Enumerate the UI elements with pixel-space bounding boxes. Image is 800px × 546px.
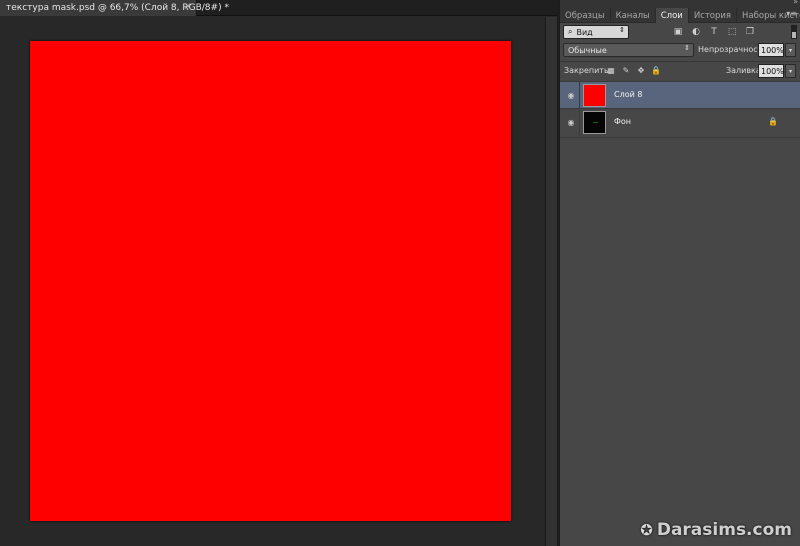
layer-name[interactable]: Фон <box>614 117 631 126</box>
lock-transparent-icon[interactable]: ▦ <box>606 65 616 76</box>
pixel-filter-icon[interactable]: ▣ <box>672 26 684 38</box>
tab-swatches[interactable]: Образцы <box>560 8 611 23</box>
watermark: ✪ Darasims.com <box>640 520 792 540</box>
lock-all-icon[interactable]: 🔒 <box>651 65 661 76</box>
type-filter-icon[interactable]: T <box>708 26 720 38</box>
eye-icon[interactable]: ◉ <box>566 117 576 127</box>
lock-icon: 🔒 <box>768 117 778 126</box>
filter-toggle-switch[interactable] <box>791 25 797 39</box>
filter-kind-select[interactable]: ⌕ Вид ⇕ <box>563 25 629 39</box>
canvas-area[interactable] <box>0 17 545 546</box>
smart-object-filter-icon[interactable]: ❐ <box>744 26 756 38</box>
layer-row[interactable]: ◉ Слой 8 <box>560 81 800 109</box>
layer-name[interactable]: Слой 8 <box>614 90 642 99</box>
divider <box>560 137 800 138</box>
canvas-scrollbar[interactable] <box>545 17 557 546</box>
chevron-updown-icon: ⇕ <box>684 44 690 52</box>
layers-list: ◉ Слой 8 ◉ Фон 🔒 <box>560 81 800 136</box>
search-icon: ⌕ <box>568 27 573 36</box>
divider <box>579 109 580 136</box>
tab-channels[interactable]: Каналы <box>611 8 656 23</box>
eye-icon[interactable]: ◉ <box>566 90 576 100</box>
tab-layers[interactable]: Слои <box>655 8 689 23</box>
layers-panel: » Образцы Каналы Слои История Наборы кис… <box>560 0 800 546</box>
blend-mode-select[interactable]: Обычные ⇕ <box>563 43 694 57</box>
lock-row: Закрепить: ▦ ✎ ✥ 🔒 Заливка: 100% ▾ <box>560 62 800 80</box>
filter-icons: ▣ ◐ T ⬚ ❐ <box>672 26 756 38</box>
layer-thumbnail <box>583 111 606 134</box>
panel-header-strip: » <box>560 0 800 8</box>
opacity-dropdown-button[interactable]: ▾ <box>785 43 796 57</box>
document-tab-title: текстура mask.psd @ 66,7% (Слой 8, RGB/8… <box>6 3 229 13</box>
star-icon: ✪ <box>640 521 653 539</box>
opacity-input[interactable]: 100% <box>758 43 784 57</box>
document-tab-bar: текстура mask.psd @ 66,7% (Слой 8, RGB/8… <box>0 0 557 16</box>
lock-position-icon[interactable]: ✥ <box>636 65 646 76</box>
collapse-panel-icon[interactable]: » <box>793 0 798 6</box>
filter-kind-label: Вид <box>576 27 593 37</box>
panel-menu-icon[interactable]: ▾≡ <box>786 9 797 18</box>
lock-image-icon[interactable]: ✎ <box>621 65 631 76</box>
lock-label: Закрепить: <box>564 66 612 75</box>
lock-icons: ▦ ✎ ✥ 🔒 <box>606 65 661 76</box>
layer-thumbnail <box>583 84 606 107</box>
document-tab[interactable]: текстура mask.psd @ 66,7% (Слой 8, RGB/8… <box>0 0 229 16</box>
layer-filter-row: ⌕ Вид ⇕ ▣ ◐ T ⬚ ❐ <box>560 23 800 43</box>
fill-input[interactable]: 100% <box>758 64 784 78</box>
chevron-updown-icon: ⇕ <box>619 26 625 34</box>
close-icon[interactable]: × <box>184 1 192 12</box>
panel-tabs: Образцы Каналы Слои История Наборы кисте… <box>560 8 800 23</box>
watermark-text: Darasims.com <box>656 520 792 540</box>
tab-history[interactable]: История <box>689 8 738 23</box>
fill-dropdown-button[interactable]: ▾ <box>785 64 796 78</box>
blend-mode-label: Обычные <box>568 45 607 55</box>
shape-filter-icon[interactable]: ⬚ <box>726 26 738 38</box>
layer-row[interactable]: ◉ Фон 🔒 <box>560 108 800 136</box>
adjustment-filter-icon[interactable]: ◐ <box>690 26 702 38</box>
blend-row: Обычные ⇕ Непрозрачность: 100% ▾ <box>560 42 800 60</box>
document-canvas[interactable] <box>30 41 511 521</box>
divider <box>579 82 580 109</box>
